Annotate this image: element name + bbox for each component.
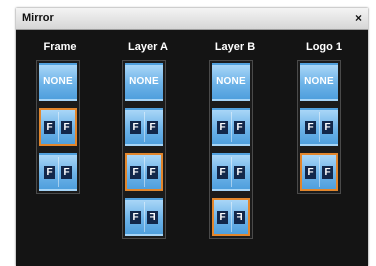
split-divider (231, 202, 232, 232)
mirror-option-none[interactable]: NONE (212, 63, 250, 101)
split-divider (231, 112, 232, 142)
f-glyph-icon: F (234, 166, 245, 179)
mirror-option-both[interactable]: FF (212, 198, 250, 236)
f-glyph-icon: F (130, 211, 141, 224)
mirror-options-layer-a: NONE F F F F F F (122, 60, 166, 239)
mirror-option-horizontal[interactable]: FF (125, 108, 163, 146)
f-glyph-icon: F (305, 121, 316, 134)
mirror-option-none[interactable]: NONE (300, 63, 338, 101)
none-label: NONE (43, 76, 73, 87)
column-header-frame: Frame (43, 41, 77, 53)
f-glyph-icon: F (217, 121, 228, 134)
f-glyph-icon: F (234, 211, 245, 224)
none-label: NONE (216, 76, 246, 87)
mirror-option-horizontal[interactable]: FF (39, 108, 77, 146)
title-bar[interactable]: Mirror × (16, 8, 368, 30)
mirror-option-vertical[interactable]: FF (125, 153, 163, 191)
mirror-option-horizontal[interactable]: FF (212, 108, 250, 146)
window-title: Mirror (22, 12, 54, 24)
mirror-option-horizontal[interactable]: FF (300, 108, 338, 146)
f-glyph-icon: F (322, 121, 333, 134)
f-glyph-icon: F (147, 211, 158, 224)
mirror-option-none[interactable]: NONE (125, 63, 163, 101)
mirror-window: Mirror × Frame Layer A Layer B Logo 1 NO… (16, 8, 368, 266)
f-glyph-icon: F (44, 121, 55, 134)
none-label: NONE (129, 76, 159, 87)
mirror-options-frame: NONE F F F F (36, 60, 80, 194)
close-button[interactable]: × (355, 11, 362, 25)
none-label: NONE (304, 76, 334, 87)
mirror-option-vertical[interactable]: FF (212, 153, 250, 191)
mirror-option-vertical[interactable]: FF (300, 153, 338, 191)
mirror-options-logo-1: NONE F F F F (297, 60, 341, 194)
f-glyph-icon: F (217, 211, 228, 224)
f-glyph-icon: F (130, 121, 141, 134)
split-divider (319, 112, 320, 142)
f-glyph-icon: F (61, 166, 72, 179)
f-glyph-icon: F (305, 166, 316, 179)
f-glyph-icon: F (130, 166, 141, 179)
f-glyph-icon: F (147, 121, 158, 134)
column-header-logo-1: Logo 1 (305, 41, 343, 53)
f-glyph-icon: F (44, 166, 55, 179)
mirror-option-vertical[interactable]: FF (39, 153, 77, 191)
f-glyph-icon: F (61, 121, 72, 134)
split-divider (231, 157, 232, 187)
split-divider (319, 157, 320, 187)
column-header-layer-b: Layer B (214, 41, 256, 53)
mirror-options-layer-b: NONE F F F F F F (209, 60, 253, 239)
split-divider (144, 157, 145, 187)
split-divider (58, 112, 59, 142)
f-glyph-icon: F (217, 166, 228, 179)
f-glyph-icon: F (234, 121, 245, 134)
mirror-option-both[interactable]: FF (125, 198, 163, 236)
split-divider (144, 202, 145, 232)
f-glyph-icon: F (322, 166, 333, 179)
f-glyph-icon: F (147, 166, 158, 179)
column-header-layer-a: Layer A (128, 41, 168, 53)
mirror-option-none[interactable]: NONE (39, 63, 77, 101)
split-divider (58, 157, 59, 187)
split-divider (144, 112, 145, 142)
